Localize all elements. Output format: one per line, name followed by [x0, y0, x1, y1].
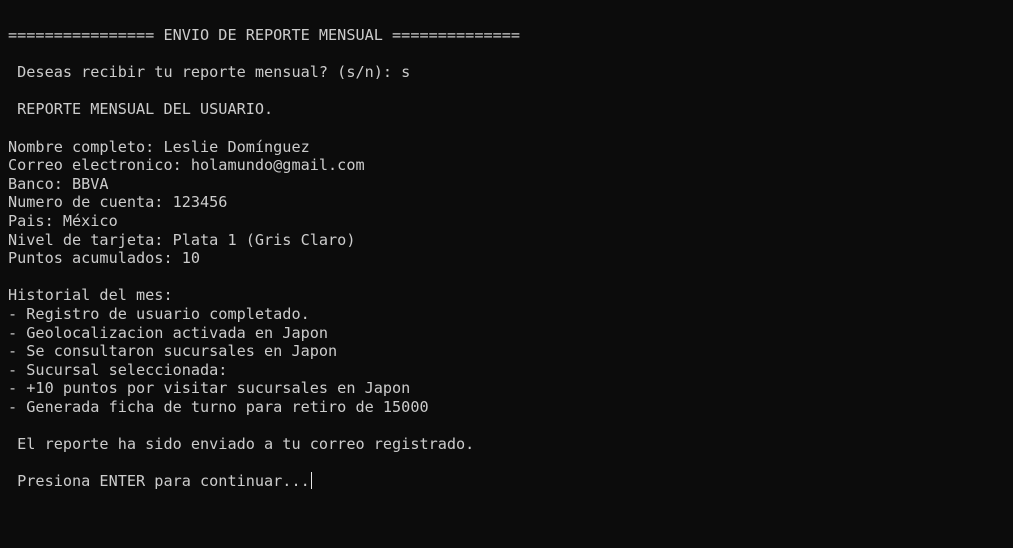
sent-message: El reporte ha sido enviado a tu correo r… [8, 435, 475, 454]
history-item: - Se consultaron sucursales en Japon [8, 342, 338, 361]
field-full-name: Nombre completo: Leslie Domínguez [8, 137, 310, 156]
field-email: Correo electronico: holamundo@gmail.com [8, 156, 365, 175]
receive-report-prompt: Deseas recibir tu reporte mensual? (s/n)… [8, 63, 411, 82]
report-title: REPORTE MENSUAL DEL USUARIO. [8, 100, 274, 119]
history-item: - Registro de usuario completado. [8, 304, 310, 323]
continue-prompt: Presiona ENTER para continuar... [8, 472, 310, 491]
field-card-level: Nivel de tarjeta: Plata 1 (Gris Claro) [8, 230, 356, 249]
header-banner: ================ ENVIO DE REPORTE MENSUA… [8, 26, 521, 44]
history-item: - Sucursal seleccionada: [8, 360, 228, 379]
field-points: Puntos acumulados: 10 [8, 249, 201, 268]
field-bank: Banco: BBVA [8, 174, 109, 193]
continue-prompt-line: Presiona ENTER para continuar... [8, 472, 1013, 491]
history-item: - Generada ficha de turno para retiro de… [8, 397, 429, 416]
field-country: Pais: México [8, 211, 118, 230]
field-account-number: Numero de cuenta: 123456 [8, 193, 228, 212]
history-title: Historial del mes: [8, 286, 173, 305]
terminal-window[interactable]: ================ ENVIO DE REPORTE MENSUA… [0, 0, 1013, 548]
history-item: - Geolocalizacion activada en Japon [8, 323, 329, 342]
text-cursor[interactable] [310, 472, 312, 490]
history-item: - +10 puntos por visitar sucursales en J… [8, 379, 411, 398]
